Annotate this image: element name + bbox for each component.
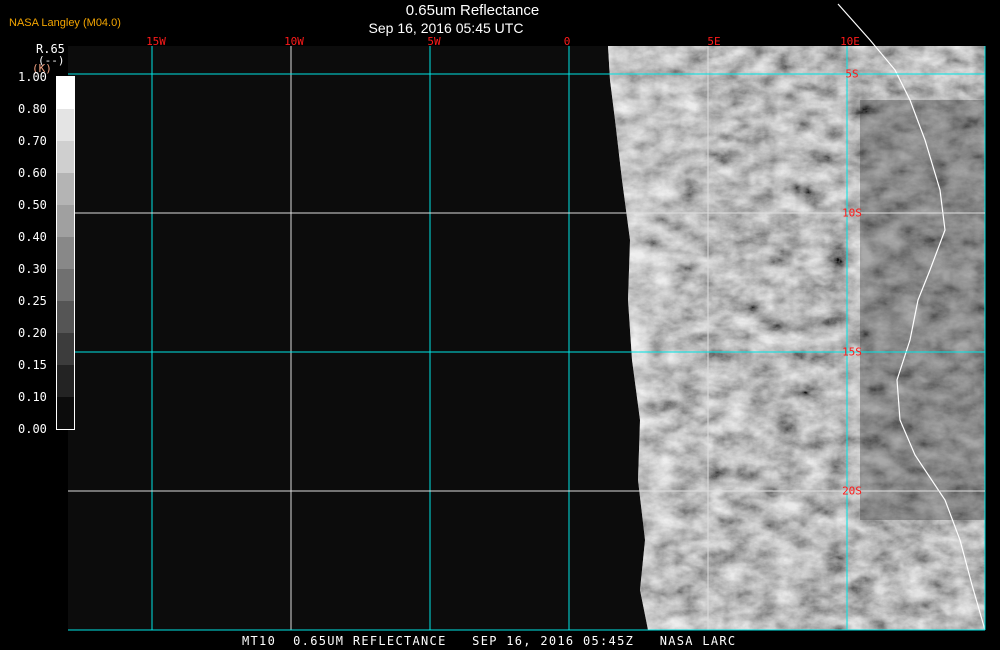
colorbar-segment <box>57 333 74 365</box>
lat-label: 10S <box>842 206 862 220</box>
colorbar-tick-label: 0.25 <box>18 294 47 308</box>
lat-label: 15S <box>842 345 862 359</box>
colorbar-segment <box>57 365 74 397</box>
colorbar-tick-label: 0.50 <box>18 198 47 212</box>
satellite-map <box>68 3 986 631</box>
colorbar-tick-label: 0.40 <box>18 230 47 244</box>
colorbar-segment <box>57 269 74 301</box>
lat-label: 5S <box>845 67 859 81</box>
colorbar-tick-label: 1.00 <box>18 70 47 84</box>
colorbar-tick-label: 0.15 <box>18 358 47 372</box>
colorbar-segment <box>57 301 74 333</box>
footer-caption: MT10 0.65UM REFLECTANCE SEP 16, 2016 05:… <box>242 634 737 648</box>
colorbar-tick-label: 0.10 <box>18 390 47 404</box>
colorbar-segment <box>57 237 74 269</box>
lon-label: 0 <box>563 35 571 48</box>
lon-label: 10W <box>284 35 304 48</box>
lon-label: 5W <box>427 35 441 48</box>
lon-label: 10E <box>840 35 860 48</box>
colorbar-tick-label: 0.20 <box>18 326 47 340</box>
colorbar <box>56 76 75 430</box>
colorbar-tick-label: 0.60 <box>18 166 47 180</box>
colorbar-segment <box>57 173 74 205</box>
colorbar-segment <box>57 109 74 141</box>
colorbar-tick-label: 0.30 <box>18 262 47 276</box>
colorbar-tick-label: 0.00 <box>18 422 47 436</box>
colorbar-segment <box>57 141 74 173</box>
colorbar-segment <box>57 205 74 237</box>
colorbar-segment <box>57 397 74 429</box>
lat-label: 20S <box>842 484 862 498</box>
lon-label: 5E <box>707 35 721 48</box>
lon-label: 15W <box>146 35 166 48</box>
colorbar-tick-label: 0.70 <box>18 134 47 148</box>
cloud-imagery <box>608 46 985 630</box>
colorbar-segment <box>57 77 74 109</box>
colorbar-tick-label: 0.80 <box>18 102 47 116</box>
